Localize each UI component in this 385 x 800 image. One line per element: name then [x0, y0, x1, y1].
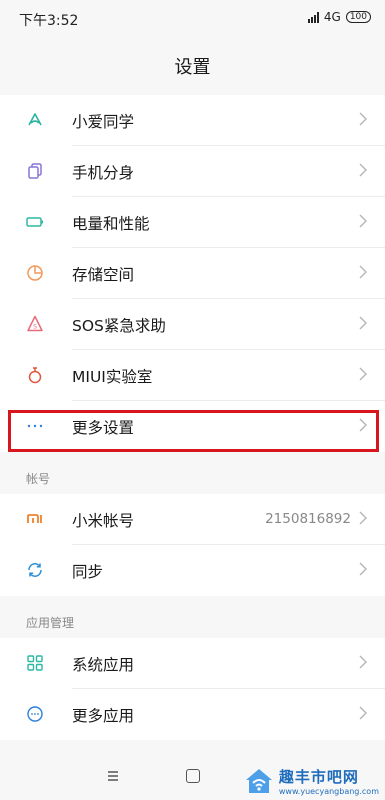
settings-item-phone-clone[interactable]: 手机分身	[0, 146, 385, 197]
settings-group-account: 小米帐号 2150816892 同步	[0, 494, 385, 596]
storage-icon	[27, 265, 43, 281]
phone-clone-icon	[28, 163, 42, 179]
more-apps-icon	[27, 706, 43, 722]
sync-icon	[28, 563, 42, 577]
chevron-right-icon	[359, 511, 367, 525]
status-time: 下午3:52	[19, 13, 79, 29]
settings-group-main: 小爱同学 手机分身 电量和性能 存储空间 S SOS紧急求助 MIUI实验室 更…	[0, 95, 385, 452]
section-label-account: 帐号	[26, 472, 51, 486]
xiaoai-icon	[28, 113, 42, 126]
status-bar: 下午3:52 4G 100	[0, 0, 385, 40]
mi-logo-icon	[27, 514, 42, 523]
item-label: 系统应用	[72, 656, 135, 674]
item-label: 电量和性能	[72, 215, 150, 233]
item-label: 同步	[72, 563, 104, 581]
watermark-url: www.yuecyangbang.com	[278, 787, 379, 796]
item-label: 存储空间	[72, 266, 135, 284]
watermark: 趣丰市吧网 www.yuecyangbang.com	[243, 766, 379, 796]
home-button[interactable]	[186, 769, 200, 783]
item-label: 小米帐号	[72, 512, 135, 530]
settings-item-sync[interactable]: 同步	[0, 545, 385, 596]
watermark-name: 趣丰市吧网	[278, 768, 359, 786]
network-type: 4G	[323, 10, 341, 24]
apps-grid-icon	[27, 655, 43, 671]
chevron-right-icon	[359, 265, 367, 279]
settings-group-apps: 系统应用 更多应用	[0, 638, 385, 740]
status-indicators: 4G 100	[307, 10, 371, 24]
item-label: SOS紧急求助	[72, 317, 166, 335]
settings-item-more-apps[interactable]: 更多应用	[0, 689, 385, 740]
item-label: 手机分身	[72, 164, 135, 182]
settings-item-miui-lab[interactable]: MIUI实验室	[0, 350, 385, 401]
item-label: 更多应用	[72, 707, 135, 725]
battery-indicator: 100	[345, 11, 371, 23]
settings-item-sos[interactable]: S SOS紧急求助	[0, 299, 385, 350]
chevron-right-icon	[359, 112, 367, 126]
chevron-right-icon	[359, 214, 367, 228]
settings-item-mi-account[interactable]: 小米帐号 2150816892	[0, 494, 385, 545]
account-id: 2150816892	[265, 511, 351, 527]
navigation-bar: 趣丰市吧网 www.yuecyangbang.com	[0, 754, 385, 800]
chevron-right-icon	[359, 562, 367, 576]
menu-icon[interactable]	[107, 770, 119, 782]
page-title: 设置	[174, 57, 211, 78]
svg-text:S: S	[33, 324, 37, 331]
settings-item-storage[interactable]: 存储空间	[0, 248, 385, 299]
chevron-right-icon	[359, 655, 367, 669]
lab-flask-icon	[28, 367, 42, 384]
item-label: MIUI实验室	[72, 368, 153, 386]
chevron-right-icon	[359, 163, 367, 177]
settings-item-system-apps[interactable]: 系统应用	[0, 638, 385, 689]
section-label-app-management: 应用管理	[26, 616, 75, 630]
chevron-right-icon	[359, 706, 367, 720]
signal-icon	[307, 11, 319, 23]
sos-icon: S	[27, 315, 43, 332]
settings-item-battery[interactable]: 电量和性能	[0, 197, 385, 248]
chevron-right-icon	[359, 367, 367, 381]
settings-item-xiaoai[interactable]: 小爱同学	[0, 95, 385, 146]
battery-icon	[26, 217, 43, 227]
page-header: 设置	[0, 40, 385, 95]
highlight-box	[8, 410, 379, 452]
watermark-logo-icon	[245, 769, 272, 793]
chevron-right-icon	[359, 316, 367, 330]
item-label: 小爱同学	[72, 113, 135, 131]
